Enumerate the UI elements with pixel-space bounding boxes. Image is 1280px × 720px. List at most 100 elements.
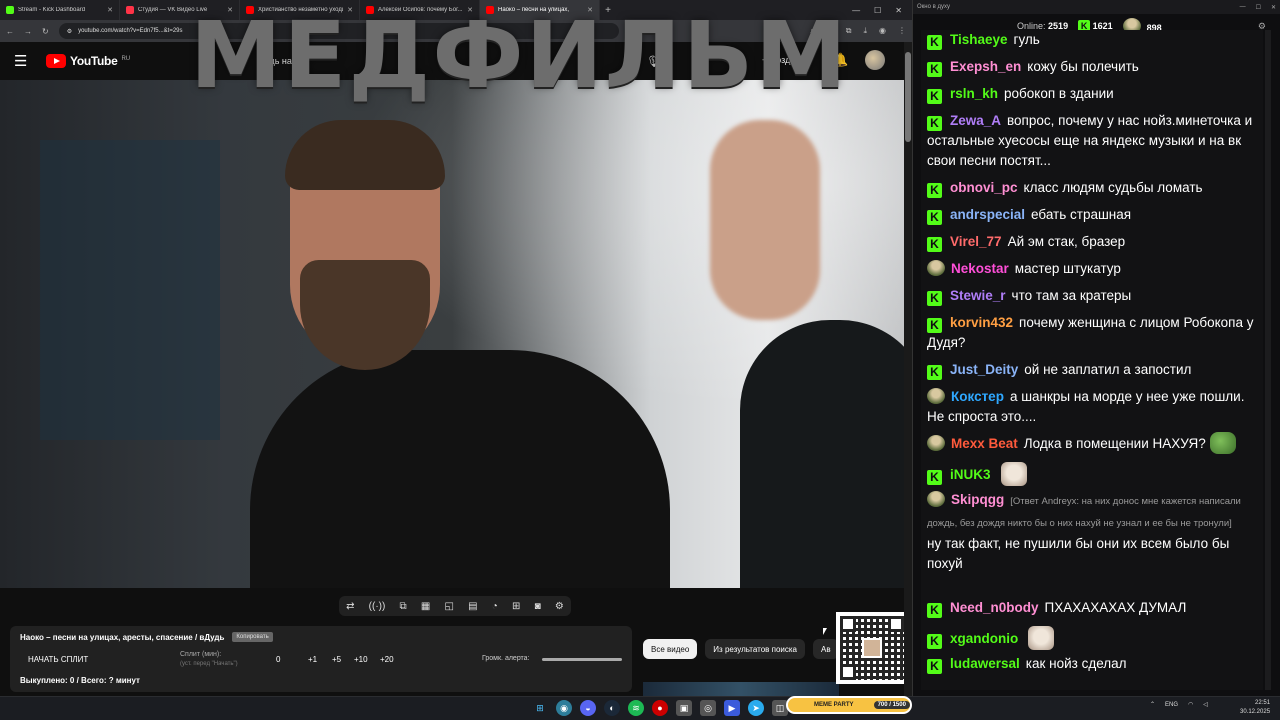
- obs-icon[interactable]: ●: [652, 700, 668, 716]
- system-clock[interactable]: 22:51 30.12.2025: [1240, 699, 1270, 717]
- video-person-left: [250, 110, 670, 588]
- app2-icon[interactable]: ◎: [700, 700, 716, 716]
- tray-chevron-icon[interactable]: ⌃: [1150, 701, 1155, 708]
- chat-username[interactable]: Кокстер: [951, 389, 1004, 404]
- network-icon[interactable]: ◠: [1188, 701, 1193, 708]
- chat-username[interactable]: Exepsh_en: [950, 59, 1021, 74]
- split-value-input[interactable]: 0: [276, 655, 280, 664]
- chat-scrollbar[interactable]: [1265, 30, 1271, 690]
- plus-20-button[interactable]: +20: [380, 655, 394, 664]
- chat-message: K Virel_77 Ай эм стак, бразер: [927, 232, 1257, 252]
- clock-time: 22:51: [1255, 700, 1271, 706]
- player-control-icon[interactable]: ⧉: [400, 601, 407, 612]
- chat-username[interactable]: Zewa_A: [950, 113, 1001, 128]
- chat-username[interactable]: Nekostar: [951, 261, 1009, 276]
- volume-icon[interactable]: ◁: [1203, 701, 1208, 708]
- chat-message: Krsln_kh робокоп в здании: [927, 84, 1257, 104]
- player-icon[interactable]: ▶: [724, 700, 740, 716]
- split-summary: Выкуплено: 0 / Всего: ? минут: [20, 676, 140, 685]
- tab-author[interactable]: Ав: [813, 639, 839, 659]
- maximize-icon[interactable]: ☐: [874, 6, 881, 15]
- minimize-icon[interactable]: —: [852, 6, 860, 15]
- kick-badge-icon: K: [927, 602, 942, 618]
- app-icon[interactable]: ▣: [676, 700, 692, 716]
- browser-tab[interactable]: Stream - Kick Dashboard ✕: [0, 0, 120, 20]
- start-windows-icon[interactable]: ⊞: [532, 700, 548, 716]
- chat-message: K Just_Deity ой не заплатил а запостил: [927, 360, 1257, 380]
- chat-username[interactable]: korvin432: [950, 315, 1013, 330]
- chat-username[interactable]: iNUK3: [950, 467, 991, 482]
- cat-emote-icon: [1000, 462, 1027, 486]
- download-icon[interactable]: ⤓: [863, 26, 867, 36]
- chat-username[interactable]: Stewie_r: [950, 288, 1006, 303]
- chat-message: Kobnovi_pc класс людям судьбы ломать: [927, 178, 1257, 198]
- alert-volume-slider[interactable]: [542, 658, 622, 661]
- player-control-icon[interactable]: ◱: [444, 601, 453, 612]
- telegram-icon[interactable]: ➤: [748, 700, 764, 716]
- reload-icon[interactable]: ↻: [42, 27, 49, 36]
- youtube-logo[interactable]: YouTube RU: [46, 54, 130, 68]
- chat-username[interactable]: andrspecial: [950, 207, 1025, 222]
- forward-icon[interactable]: →: [24, 27, 32, 36]
- chat-text: Лодка в помещении НАХУЯ?: [1023, 436, 1206, 451]
- back-icon[interactable]: ←: [6, 27, 14, 36]
- player-control-icon[interactable]: ⚙: [555, 601, 564, 612]
- language-indicator[interactable]: ENG: [1165, 702, 1178, 708]
- minimize-icon[interactable]: —: [1240, 4, 1246, 11]
- chat-username[interactable]: Need_n0body: [950, 600, 1039, 615]
- video-player[interactable]: [0, 80, 904, 588]
- chat-text: гуль: [1013, 32, 1040, 47]
- chat-username[interactable]: Tishaeye: [950, 32, 1008, 47]
- close-icon[interactable]: ✕: [895, 6, 902, 15]
- tab-search-results[interactable]: Из результатов поиска: [705, 639, 805, 659]
- player-control-icon[interactable]: ▤: [468, 601, 477, 612]
- player-control-icon[interactable]: ▦: [421, 601, 430, 612]
- chat-username[interactable]: Just_Deity: [950, 362, 1018, 377]
- player-control-icon[interactable]: ◔: [492, 601, 498, 612]
- chat-message: Skipqgg [Ответ Andreyx: на них донос мне …: [927, 490, 1257, 574]
- chat-text: ну так факт, не пушили бы они их всем бы…: [927, 536, 1230, 571]
- region-label: RU: [121, 56, 131, 62]
- hamburger-menu-icon[interactable]: ☰: [14, 52, 38, 70]
- meme-party-label: MEME PARTY: [814, 702, 854, 708]
- tab-all-videos[interactable]: Все видео: [643, 639, 698, 659]
- plus-10-button[interactable]: +10: [354, 655, 368, 664]
- player-control-icon[interactable]: ◙: [535, 601, 541, 612]
- chat-username[interactable]: Mexx Beat: [951, 436, 1018, 451]
- plus-5-button[interactable]: +5: [332, 655, 341, 664]
- chat-message-list[interactable]: K Tishaeye гуль K Exepsh_en кожу бы полечить K…: [921, 30, 1263, 690]
- kick-badge-icon: K: [927, 61, 942, 77]
- start-split-button[interactable]: НАЧАТЬ СПЛИТ: [28, 655, 88, 664]
- player-control-icon[interactable]: ⊞: [512, 601, 520, 612]
- discord-icon[interactable]: ◒: [580, 700, 596, 716]
- chat-username[interactable]: obnovi_pc: [950, 180, 1018, 195]
- meme-party-progress: 700 / 1500: [873, 701, 910, 709]
- chat-message: KiNUK3: [927, 462, 1257, 486]
- site-info-icon[interactable]: ⚙: [67, 28, 72, 35]
- chat-text: робокоп в здании: [1004, 86, 1114, 101]
- chat-username[interactable]: Virel_77: [950, 234, 1002, 249]
- plus-1-button[interactable]: +1: [308, 655, 317, 664]
- profile-icon[interactable]: ◉: [879, 26, 886, 36]
- steam-icon[interactable]: ◐: [604, 700, 620, 716]
- chat-username[interactable]: ludawersal: [950, 656, 1020, 671]
- system-tray: ⌃ ENG ◠ ◁: [1150, 701, 1208, 709]
- avatar[interactable]: [865, 50, 885, 70]
- chat-username[interactable]: Skipqgg: [951, 492, 1004, 507]
- related-video-thumbnail[interactable]: [643, 682, 839, 696]
- kick-badge-icon: K: [927, 182, 942, 198]
- menu-icon[interactable]: ⋮: [898, 26, 906, 36]
- maximize-icon[interactable]: ☐: [1256, 4, 1261, 11]
- chrome-icon[interactable]: ◉: [556, 700, 572, 716]
- chat-username[interactable]: xgandonio: [950, 631, 1018, 646]
- kick-badge-icon: K: [927, 236, 942, 252]
- player-control-icon[interactable]: ((·)): [369, 601, 386, 612]
- player-extension-controls: ⇄ ((·)) ⧉ ▦ ◱ ▤ ◔ ⊞ ◙ ⚙: [339, 596, 571, 616]
- tab-close-icon[interactable]: ✕: [107, 6, 113, 14]
- spotify-icon[interactable]: ≋: [628, 700, 644, 716]
- copy-button[interactable]: Копировать: [232, 632, 273, 642]
- page-scrollbar[interactable]: [904, 42, 912, 696]
- close-icon[interactable]: ✕: [1271, 4, 1276, 11]
- player-control-icon[interactable]: ⇄: [346, 601, 354, 612]
- chat-username[interactable]: rsln_kh: [950, 86, 998, 101]
